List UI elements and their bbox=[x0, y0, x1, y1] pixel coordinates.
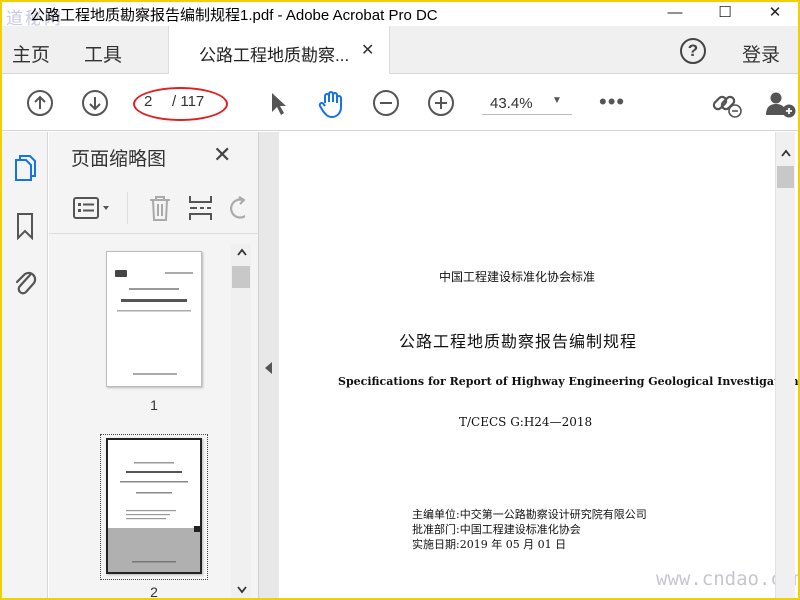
title-bar: 道秘网 公路工程地质勘察报告编制规程1.pdf - Adobe Acrobat … bbox=[2, 2, 798, 29]
collapse-panel-gutter[interactable] bbox=[259, 132, 279, 598]
attachment-icon[interactable] bbox=[11, 266, 39, 296]
document-tab[interactable]: 公路工程地质勘察... ✕ bbox=[168, 26, 390, 74]
toolbar: 2 / 117 43.4% ▼ ••• bbox=[2, 75, 798, 131]
thumbnail-options-icon[interactable] bbox=[73, 196, 113, 220]
collapse-arrow-icon[interactable] bbox=[265, 362, 273, 374]
scroll-down-arrow-icon[interactable] bbox=[237, 586, 247, 594]
thumbnail-page-label: 1 bbox=[150, 397, 158, 413]
zoom-out-icon[interactable] bbox=[372, 89, 400, 117]
scrollbar-thumb[interactable] bbox=[232, 266, 250, 288]
insert-page-icon[interactable] bbox=[187, 194, 215, 222]
page-thumbnail-2[interactable] bbox=[106, 438, 202, 574]
toolbar-divider bbox=[127, 192, 128, 224]
menu-tools[interactable]: 工具 bbox=[84, 40, 122, 67]
document-scrollbar[interactable] bbox=[775, 132, 795, 598]
standard-organization: 中国工程建设标准化协会标准 bbox=[439, 270, 596, 284]
maximize-button[interactable]: ☐ bbox=[702, 2, 748, 26]
close-panel-icon[interactable]: ✕ bbox=[213, 142, 231, 168]
thumbnails-panel: 页面缩略图 ✕ 1 2 bbox=[49, 132, 259, 598]
page-thumbnail-1[interactable] bbox=[106, 251, 202, 387]
delete-page-icon[interactable] bbox=[147, 194, 173, 222]
minimize-button[interactable]: — bbox=[652, 2, 698, 26]
acrobat-window: 道秘网 公路工程地质勘察报告编制规程1.pdf - Adobe Acrobat … bbox=[2, 2, 798, 598]
select-cursor-icon[interactable] bbox=[264, 89, 292, 117]
zoom-in-icon[interactable] bbox=[427, 89, 455, 117]
zoom-select[interactable]: 43.4% ▼ bbox=[482, 93, 572, 115]
login-button[interactable]: 登录 bbox=[742, 40, 780, 67]
thumbnail-scrollbar[interactable] bbox=[231, 244, 251, 598]
scroll-up-arrow-icon[interactable] bbox=[781, 149, 791, 157]
scroll-up-arrow-icon[interactable] bbox=[237, 248, 247, 256]
page-thumbnails-icon[interactable] bbox=[12, 154, 38, 182]
effective-date: 实施日期:2019 年 05 月 01 日 bbox=[412, 538, 567, 551]
thumbnail-page-label: 2 bbox=[150, 584, 158, 598]
hand-tool-icon[interactable] bbox=[316, 89, 344, 118]
share-link-icon[interactable] bbox=[710, 89, 744, 118]
panel-title: 页面缩略图 bbox=[71, 149, 167, 170]
approving-department: 批准部门:中国工程建设标准化协会 bbox=[412, 523, 581, 536]
menu-bar: 主页 工具 公路工程地质勘察... ✕ ? 登录 bbox=[2, 26, 798, 74]
close-window-button[interactable]: ✕ bbox=[752, 2, 798, 26]
help-icon[interactable]: ? bbox=[680, 38, 706, 64]
scrollbar-thumb[interactable] bbox=[777, 166, 794, 188]
standard-number: T/CECS G:H24—2018 bbox=[459, 415, 593, 429]
rotate-page-icon[interactable] bbox=[227, 196, 245, 222]
window-title: 公路工程地质勘察报告编制规程1.pdf - Adobe Acrobat Pro … bbox=[30, 7, 438, 24]
document-title-cn: 公路工程地质勘察报告编制规程 bbox=[399, 332, 638, 351]
previous-page-icon[interactable] bbox=[26, 89, 54, 117]
document-title-en: Specifications for Report of Highway Eng… bbox=[338, 375, 798, 388]
zoom-value: 43.4% bbox=[490, 95, 533, 112]
close-tab-icon[interactable]: ✕ bbox=[361, 40, 374, 60]
menu-home[interactable]: 主页 bbox=[12, 40, 50, 67]
panel-toolbar bbox=[49, 182, 259, 234]
annotation-highlight-oval bbox=[133, 87, 228, 121]
next-page-icon[interactable] bbox=[81, 89, 109, 117]
more-tools-icon[interactable]: ••• bbox=[599, 89, 625, 115]
chief-editor: 主编单位:中交第一公路勘察设计研究院有限公司 bbox=[412, 508, 647, 521]
document-tab-label: 公路工程地质勘察... bbox=[199, 46, 350, 65]
add-user-icon[interactable] bbox=[764, 89, 798, 118]
chevron-down-icon: ▼ bbox=[552, 95, 562, 106]
bookmark-icon[interactable] bbox=[14, 212, 36, 240]
thumbnail-list: 1 2 bbox=[49, 244, 229, 598]
navigation-rail bbox=[2, 132, 48, 598]
document-page: 中国工程建设标准化协会标准 公路工程地质勘察报告编制规程 Specificati… bbox=[279, 132, 798, 598]
